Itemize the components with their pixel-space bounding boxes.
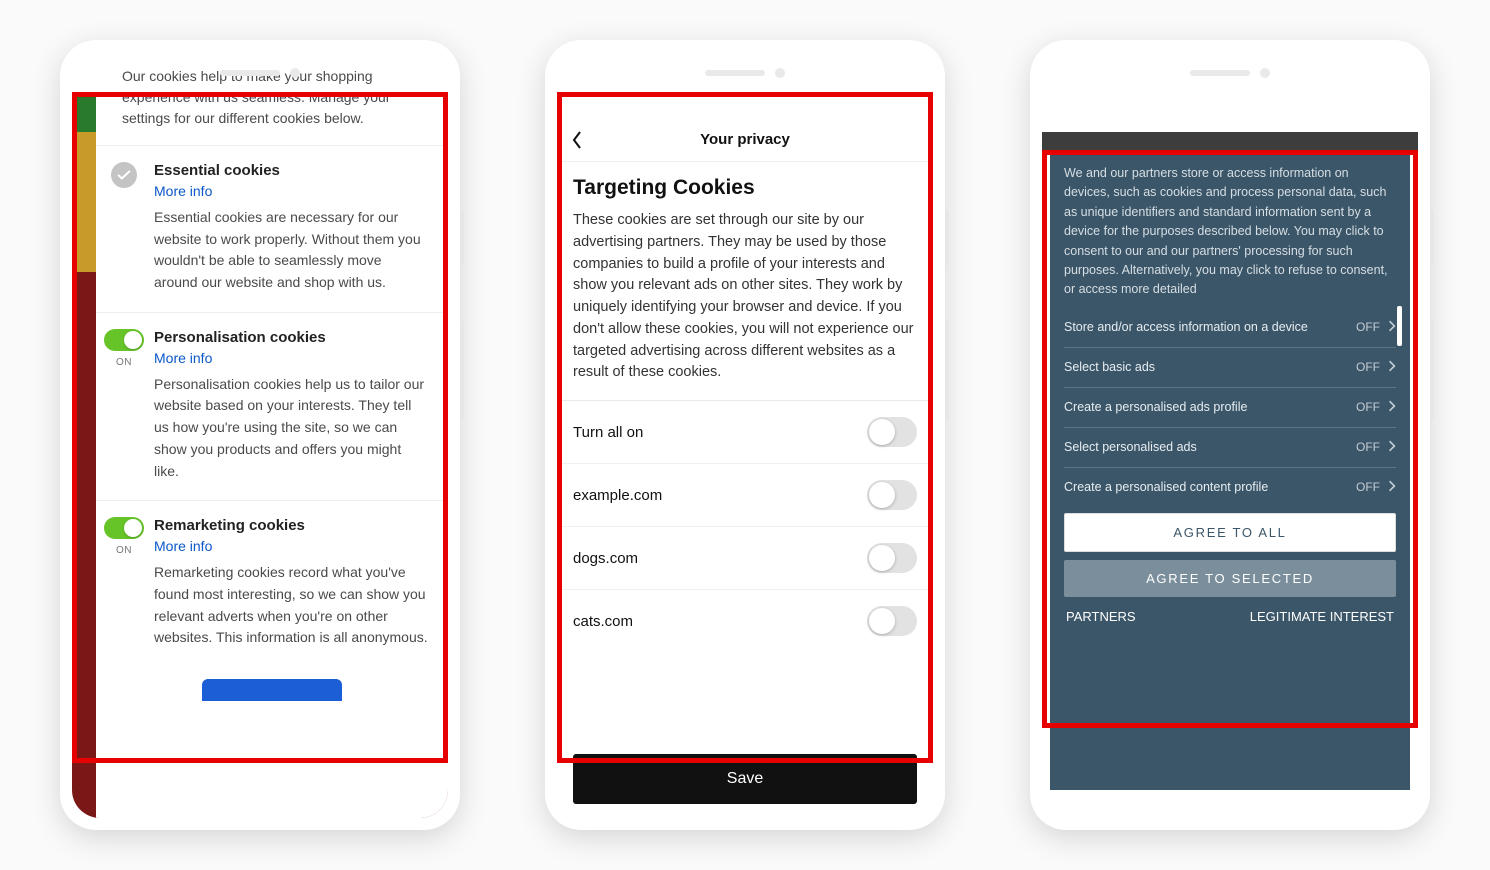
back-button[interactable] [571, 130, 583, 155]
toggle-remarketing[interactable] [104, 517, 144, 539]
section-title: Remarketing cookies [154, 517, 428, 534]
check-icon [111, 162, 137, 188]
turn-all-label: Turn all on [573, 424, 643, 441]
agree-selected-button[interactable]: AGREE TO SELECTED [1064, 560, 1396, 597]
targeting-cookies-panel: Your privacy Targeting Cookies These coo… [557, 118, 933, 818]
more-info-link[interactable]: More info [154, 183, 212, 199]
cookie-settings-sheet: Our cookies help to make your shopping e… [96, 52, 448, 818]
purpose-list: Store and/or access information on a dev… [1064, 308, 1396, 507]
phone-mock-1: Our cookies help to make your shopping e… [60, 40, 460, 830]
chevron-right-icon [1388, 479, 1396, 496]
phone-mock-3: We and our partners store or access info… [1030, 40, 1430, 830]
partners-link[interactable]: PARTNERS [1066, 609, 1136, 624]
intro-text: We and our partners store or access info… [1064, 164, 1396, 300]
chevron-right-icon [1388, 359, 1396, 376]
header-title: Your privacy [700, 131, 790, 148]
panel-header: Your privacy [557, 118, 933, 162]
more-info-link[interactable]: More info [154, 350, 212, 366]
section-desc: Personalisation cookies help us to tailo… [154, 374, 428, 482]
section-desc: Remarketing cookies record what you've f… [154, 562, 428, 649]
purpose-row[interactable]: Create a personalised content profile OF… [1064, 468, 1396, 507]
purpose-row[interactable]: Select personalised ads OFF [1064, 428, 1396, 468]
domain-label: cats.com [573, 613, 633, 630]
toggle-on-label: ON [116, 357, 132, 368]
status-off: OFF [1356, 480, 1380, 494]
agree-all-button[interactable]: AGREE TO ALL [1064, 513, 1396, 552]
chevron-right-icon [1388, 319, 1396, 336]
purpose-label: Select personalised ads [1064, 440, 1348, 454]
section-paragraph: These cookies are set through our site b… [557, 206, 933, 400]
intro-text: Our cookies help to make your shopping e… [96, 52, 448, 145]
section-heading: Targeting Cookies [557, 162, 933, 206]
section-title: Personalisation cookies [154, 329, 428, 346]
toggle-domain[interactable] [867, 543, 917, 573]
chevron-right-icon [1388, 439, 1396, 456]
status-off: OFF [1356, 360, 1380, 374]
more-info-link[interactable]: More info [154, 538, 212, 554]
section-title: Essential cookies [154, 162, 428, 179]
purpose-row[interactable]: Create a personalised ads profile OFF [1064, 388, 1396, 428]
purpose-label: Select basic ads [1064, 360, 1348, 374]
domain-label: dogs.com [573, 550, 638, 567]
purpose-label: Store and/or access information on a dev… [1064, 320, 1348, 334]
toggle-domain[interactable] [867, 480, 917, 510]
purpose-row[interactable]: Select basic ads OFF [1064, 348, 1396, 388]
save-button[interactable] [202, 679, 342, 701]
toggle-personalisation[interactable] [104, 329, 144, 351]
toggle-turn-all[interactable] [867, 417, 917, 447]
phone-mock-2: Your privacy Targeting Cookies These coo… [545, 40, 945, 830]
status-off: OFF [1356, 400, 1380, 414]
section-personalisation: ON Personalisation cookies More info Per… [96, 312, 448, 500]
section-remarketing: ON Remarketing cookies More info Remarke… [96, 500, 448, 667]
section-desc: Essential cookies are necessary for our … [154, 207, 428, 294]
domain-row: cats.com [557, 589, 933, 652]
purpose-row[interactable]: Store and/or access information on a dev… [1064, 308, 1396, 348]
save-button[interactable]: Save [573, 754, 917, 804]
phone-notch [705, 68, 785, 78]
toggle-on-label: ON [116, 545, 132, 556]
section-essential: Essential cookies More info Essential co… [96, 145, 448, 312]
chevron-right-icon [1388, 399, 1396, 416]
toggle-domain[interactable] [867, 606, 917, 636]
turn-all-on-row: Turn all on [557, 400, 933, 463]
phone-notch [220, 68, 300, 78]
page-header-bar [1042, 132, 1418, 152]
consent-panel: We and our partners store or access info… [1050, 150, 1410, 790]
purpose-label: Create a personalised ads profile [1064, 400, 1348, 414]
legitimate-interest-link[interactable]: LEGITIMATE INTEREST [1250, 609, 1394, 624]
domain-row: dogs.com [557, 526, 933, 589]
status-off: OFF [1356, 440, 1380, 454]
phone-notch [1190, 68, 1270, 78]
status-off: OFF [1356, 320, 1380, 334]
purpose-label: Create a personalised content profile [1064, 480, 1348, 494]
domain-row: example.com [557, 463, 933, 526]
scrollbar-thumb[interactable] [1397, 306, 1402, 346]
domain-label: example.com [573, 487, 662, 504]
